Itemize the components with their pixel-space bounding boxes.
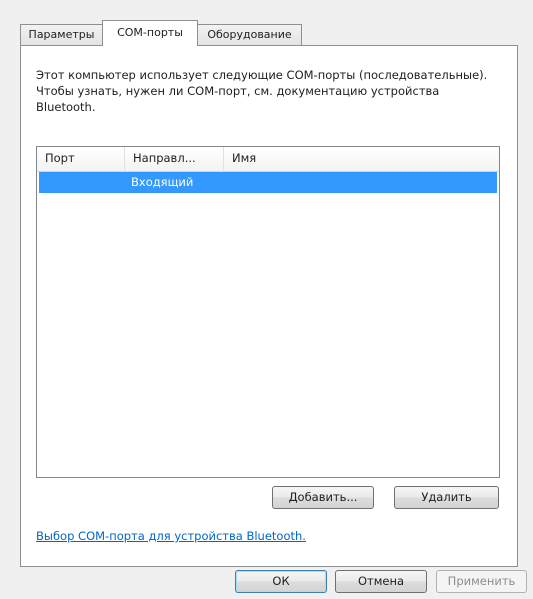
column-header-direction[interactable]: Направл...: [125, 147, 224, 171]
tab-parameters[interactable]: Параметры: [20, 24, 103, 46]
column-header-name[interactable]: Имя: [224, 147, 499, 171]
cell-name: [224, 172, 490, 193]
apply-button[interactable]: Применить: [436, 570, 527, 593]
tab-page-com-ports: Этот компьютер использует следующие COM-…: [20, 45, 518, 567]
select-com-port-link[interactable]: Выбор COM-порта для устройства Bluetooth…: [36, 529, 306, 543]
cell-direction: Входящий: [131, 175, 194, 189]
tab-com-ports[interactable]: COM-порты: [102, 20, 198, 46]
com-ports-list[interactable]: Порт Направл... Имя Входящий: [36, 146, 500, 478]
add-button[interactable]: Добавить...: [272, 486, 374, 509]
ok-button[interactable]: ОК: [235, 570, 327, 593]
column-header-port[interactable]: Порт: [37, 147, 125, 171]
tab-hardware[interactable]: Оборудование: [197, 24, 302, 46]
description-text: Этот компьютер использует следующие COM-…: [36, 68, 488, 114]
list-header: Порт Направл... Имя: [37, 147, 499, 172]
cell-port: [39, 172, 125, 193]
remove-button[interactable]: Удалить: [394, 486, 499, 509]
list-row-selected[interactable]: Входящий: [39, 172, 497, 193]
cancel-button[interactable]: Отмена: [335, 570, 427, 593]
